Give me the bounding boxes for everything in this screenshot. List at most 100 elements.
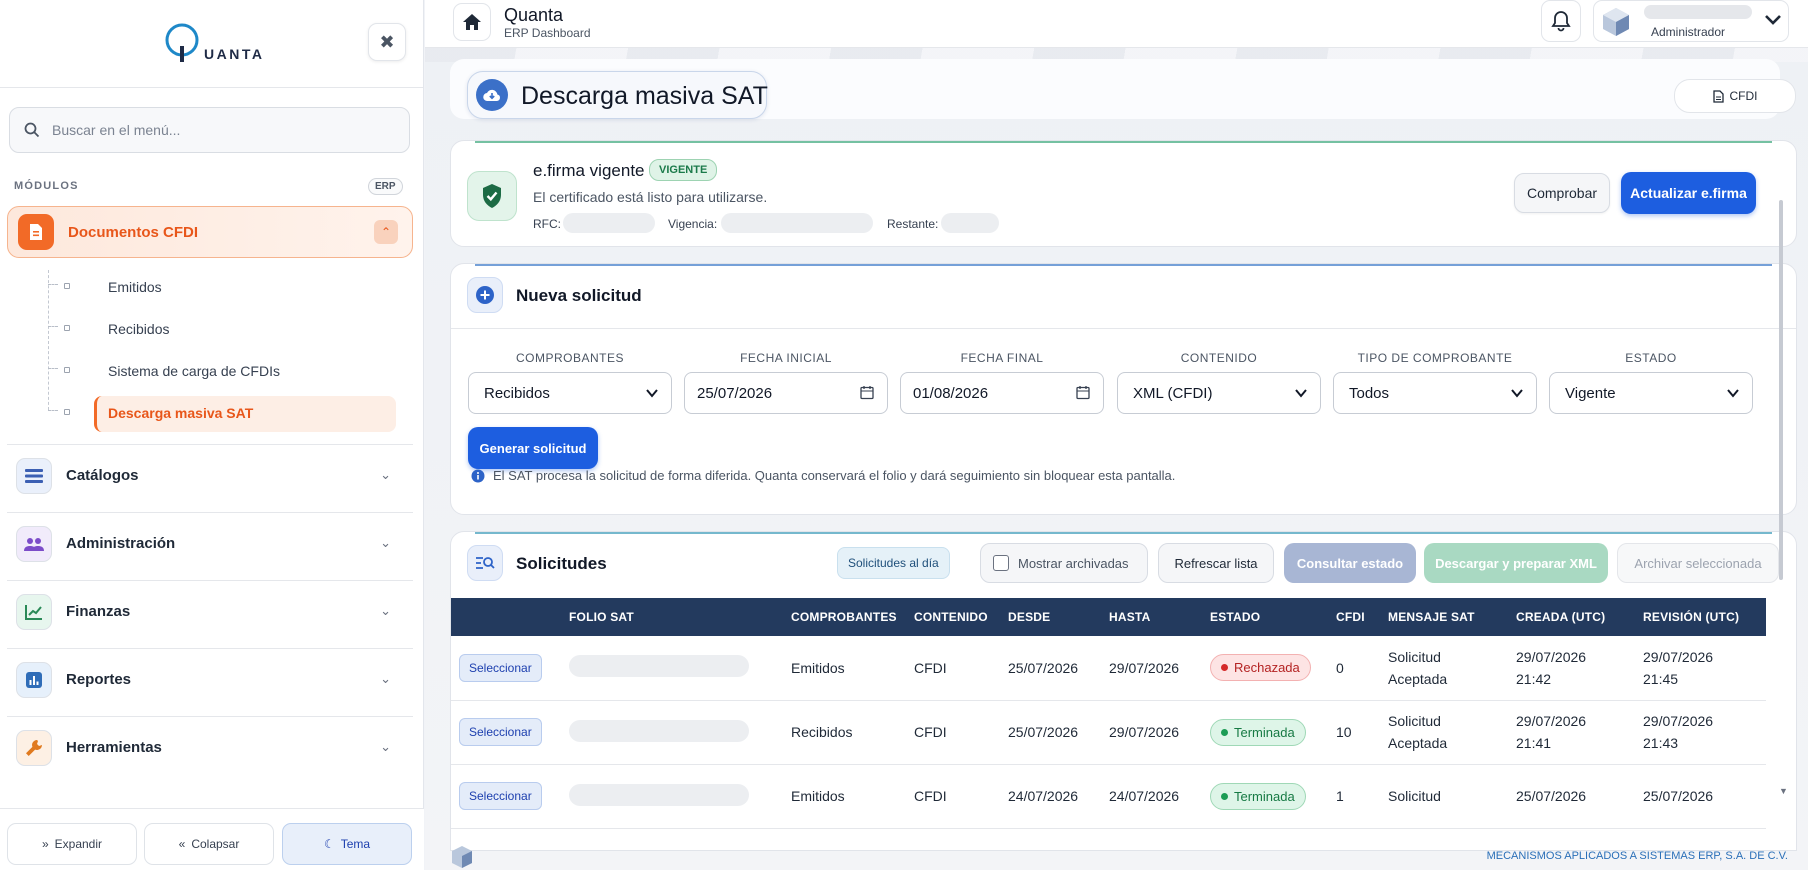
column-header[interactable]: REVISIÓN (UTC) [1635, 598, 1766, 636]
generar-solicitud-button[interactable]: Generar solicitud [468, 427, 598, 469]
sidebar-item-emitidos[interactable]: Emitidos [36, 266, 406, 308]
column-header[interactable]: COMPROBANTES [783, 598, 906, 636]
group-catalogos[interactable]: Catálogos ⌄ [7, 444, 413, 506]
tipo-comprobante-select[interactable]: Todos [1333, 372, 1537, 414]
select-value: Vigente [1565, 384, 1616, 402]
shield-check-icon [467, 171, 517, 221]
descargar-xml-button[interactable]: Descargar y preparar XML [1424, 543, 1608, 583]
footer: MECANISMOS APLICADOS A SISTEMAS ERP, S.A… [425, 844, 1808, 870]
rfc-label: RFC: [533, 217, 561, 231]
revision-date: 25/07/2026 [1643, 788, 1714, 804]
sidebar-item-label: Emitidos [108, 279, 162, 295]
scrollbar-thumb[interactable] [1779, 200, 1783, 580]
estado-select[interactable]: Vigente [1549, 372, 1753, 414]
actualizar-efirma-button[interactable]: Actualizar e.firma [1621, 172, 1756, 214]
seleccionar-button[interactable]: Seleccionar [459, 782, 542, 810]
comprobar-button[interactable]: Comprobar [1514, 173, 1610, 213]
revision-time: 21:45 [1643, 670, 1679, 687]
column-header [451, 598, 561, 636]
cell-hasta: 29/07/2026 [1101, 700, 1202, 765]
status-badge: Terminada [1210, 782, 1306, 810]
theme-label: Tema [340, 837, 371, 851]
modules-heading: MÓDULOS [14, 180, 79, 192]
column-header[interactable]: FOLIO SAT [561, 598, 783, 636]
column-header[interactable]: CREADA (UTC) [1508, 598, 1635, 636]
home-button[interactable] [453, 3, 491, 41]
scroll-down-arrow[interactable]: ▼ [1779, 786, 1788, 796]
sidebar-item-sistema-carga[interactable]: Sistema de carga de CFDIs [36, 350, 406, 392]
close-sidebar-button[interactable]: ✖ [368, 23, 406, 61]
contenido-select[interactable]: XML (CFDI) [1117, 372, 1321, 414]
content-scrollbar[interactable] [1779, 200, 1785, 840]
calendar-icon[interactable] [860, 385, 874, 400]
cell-cfdi: 0 [1328, 636, 1380, 701]
sidebar-item-descarga-masiva[interactable]: Descarga masiva SAT [36, 392, 406, 434]
fecha-inicial-input[interactable]: 25/07/2026 [684, 372, 888, 414]
mensaje-line-2: Aceptada [1388, 735, 1448, 751]
user-menu[interactable]: Administrador [1593, 0, 1789, 42]
archivar-button[interactable]: Archivar seleccionada [1617, 543, 1779, 583]
column-header[interactable]: HASTA [1101, 598, 1202, 636]
table-row[interactable]: Seleccionar Emitidos CFDI 25/07/2026 29/… [451, 636, 1766, 701]
group-herramientas[interactable]: Herramientas ⌄ [7, 716, 413, 778]
cfdi-label: CFDI [1729, 89, 1758, 103]
seleccionar-button[interactable]: Seleccionar [459, 653, 542, 682]
column-header[interactable]: CFDI [1328, 598, 1380, 636]
status-text: Terminada [1234, 724, 1295, 740]
creada-date: 29/07/2026 [1516, 713, 1587, 729]
table-row[interactable]: Seleccionar Recibidos CFDI 25/07/2026 29… [451, 700, 1766, 765]
report-icon [16, 661, 52, 698]
consultar-estado-button[interactable]: Consultar estado [1284, 543, 1416, 583]
quanta-logo[interactable]: UANTA [164, 18, 264, 66]
group-documentos-cfdi[interactable]: Documentos CFDI ⌃ [7, 206, 413, 258]
notifications-button[interactable] [1541, 0, 1581, 42]
group-label: Administración [66, 535, 176, 552]
revision-date: 29/07/2026 [1643, 713, 1714, 729]
theme-button[interactable]: ☾ Tema [282, 823, 412, 865]
cloud-download-icon [476, 79, 508, 111]
group-reportes[interactable]: Reportes ⌄ [7, 648, 413, 710]
document-icon [18, 214, 54, 250]
expand-button[interactable]: » Expandir [7, 823, 137, 865]
sidebar: UANTA ✖ MÓDULOS ERP Documentos CFDI ⌃ Em… [0, 0, 424, 870]
section-title: Nueva solicitud [516, 286, 642, 305]
cell-comprobantes: Recibidos [783, 700, 906, 765]
calendar-icon[interactable] [1076, 385, 1090, 400]
refrescar-lista-button[interactable]: Refrescar lista [1158, 543, 1274, 583]
home-icon [463, 14, 481, 30]
fecha-final-input[interactable]: 01/08/2026 [900, 372, 1104, 414]
vigencia-label: Vigencia: [668, 217, 718, 231]
table-row[interactable]: Seleccionar Emitidos CFDI 24/07/2026 24/… [451, 764, 1766, 829]
comprobantes-label: COMPROBANTES [515, 351, 624, 365]
group-administracion[interactable]: Administración ⌄ [7, 512, 413, 574]
solicitudes-card: Solicitudes Solicitudes al día Mostrar a… [450, 531, 1797, 851]
erp-badge: ERP [368, 178, 403, 195]
avatar [1603, 8, 1629, 36]
seleccionar-button[interactable]: Seleccionar [459, 718, 542, 746]
checkbox[interactable] [993, 555, 1009, 571]
column-header[interactable]: CONTENIDO [906, 598, 1000, 636]
page-header: Descarga masiva SAT CFDI [450, 59, 1796, 119]
mensaje-line-1: Solicitud [1388, 788, 1441, 804]
group-label: Documentos CFDI [68, 223, 199, 241]
group-finanzas[interactable]: Finanzas ⌄ [7, 580, 413, 642]
select-value: XML (CFDI) [1133, 384, 1213, 402]
column-header[interactable]: MENSAJE SAT [1380, 598, 1508, 636]
status-badge: VIGENTE [649, 159, 718, 181]
comprobantes-select[interactable]: Recibidos [468, 372, 672, 414]
creada-date: 25/07/2026 [1516, 788, 1587, 804]
collapse-button[interactable]: « Colapsar [144, 823, 274, 865]
mensaje-line-1: Solicitud [1388, 648, 1441, 665]
sidebar-item-recibidos[interactable]: Recibidos [36, 308, 406, 350]
menu-search[interactable] [9, 107, 410, 153]
creada-date: 29/07/2026 [1516, 648, 1587, 665]
mostrar-archivadas-toggle[interactable]: Mostrar archivadas [980, 543, 1148, 583]
status-text: Terminada [1234, 788, 1295, 804]
cfdi-button[interactable]: CFDI [1674, 79, 1796, 113]
chevron-down-icon: ⌄ [380, 739, 391, 754]
quanta-q-icon [165, 23, 199, 62]
menu-search-input[interactable] [52, 122, 372, 138]
chevron-up-icon[interactable]: ⌃ [374, 220, 398, 244]
column-header[interactable]: ESTADO [1202, 598, 1328, 636]
column-header[interactable]: DESDE [1000, 598, 1101, 636]
